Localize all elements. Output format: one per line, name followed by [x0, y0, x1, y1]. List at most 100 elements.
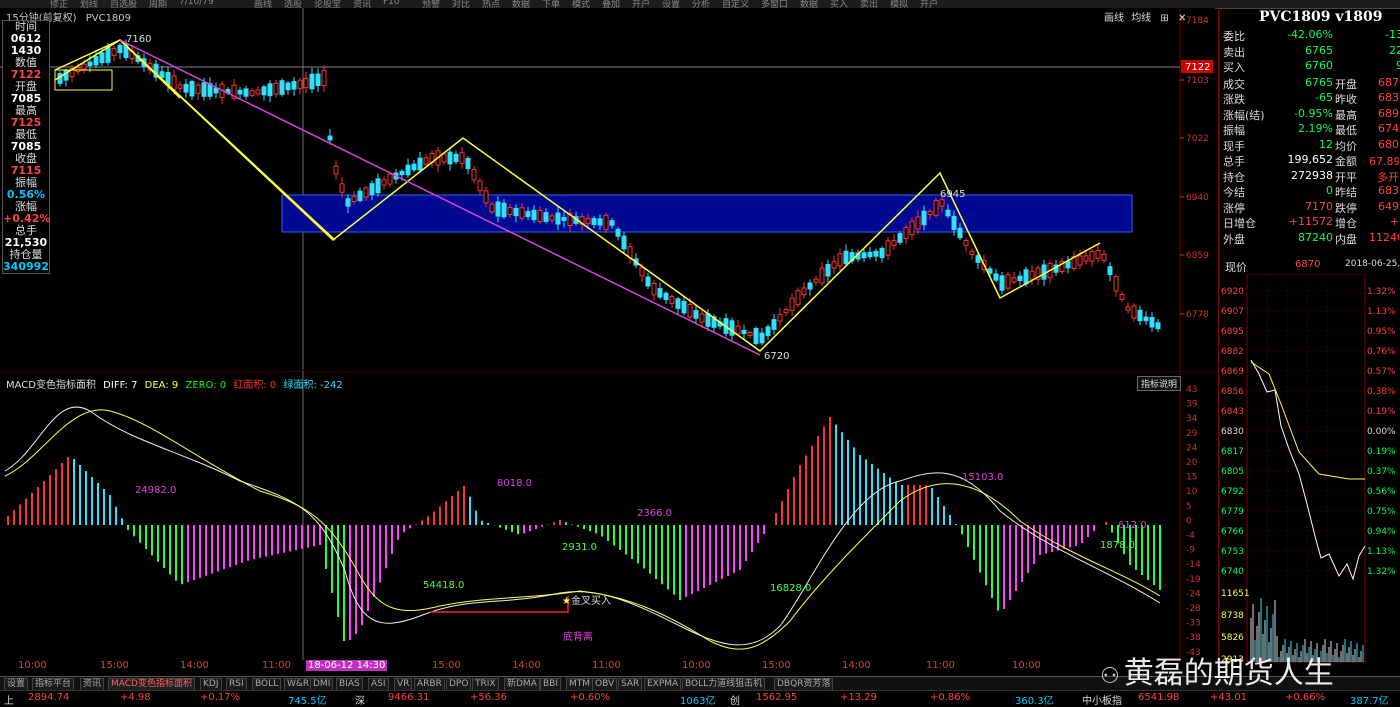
- candle: [903, 227, 909, 239]
- quote-label-2: 增仓: [1335, 217, 1357, 230]
- quote-row: 总手 199,652金额 67.89亿: [1223, 153, 1400, 168]
- draw-line-button[interactable]: 画线: [1104, 13, 1124, 24]
- mini-pct-tick: 1.13%: [1367, 307, 1396, 317]
- zero-value: ZERO: 0: [185, 380, 227, 391]
- status-item: 1562.95: [756, 692, 798, 703]
- mini-pct-tick: 0.37%: [1367, 467, 1396, 477]
- macd-tick: 29: [1186, 429, 1198, 439]
- diff-value: DIFF: 7: [103, 380, 138, 391]
- toolbar-item-4[interactable]: 7/10/79: [179, 0, 214, 7]
- area-label-8: 1878.0: [1100, 540, 1135, 551]
- candle: [495, 201, 501, 217]
- candle: [447, 151, 453, 165]
- candle: [669, 296, 675, 304]
- candle: [489, 203, 495, 213]
- quote-value: -42.06%: [1287, 28, 1333, 41]
- candle: [657, 288, 663, 298]
- candle: [813, 278, 819, 283]
- candle: [561, 216, 567, 222]
- quote-row: 今结 0 昨结 683: [1223, 184, 1400, 199]
- time-tick: 15:00: [100, 660, 129, 671]
- quote-extra: 680: [1378, 137, 1399, 151]
- toolbar-item-9[interactable]: F10: [383, 0, 400, 7]
- ma-button[interactable]: 均线: [1131, 13, 1151, 24]
- quote-extra: 649: [1378, 199, 1399, 213]
- candle: [327, 135, 333, 141]
- status-item[interactable]: 创: [730, 692, 740, 707]
- quote-label: 涨幅(结): [1223, 108, 1265, 122]
- golden-cross-text: 金叉买入: [570, 596, 611, 607]
- macd-tick: 39: [1186, 400, 1198, 410]
- candle: [951, 215, 957, 231]
- candle: [1011, 277, 1017, 283]
- quote-row: 卖出 6765 22: [1223, 44, 1400, 59]
- candle: [543, 212, 549, 222]
- quote-label-2: 最高: [1335, 108, 1357, 122]
- mini-pct-tick: 0.19%: [1367, 407, 1396, 417]
- quote-label: 外盘: [1223, 232, 1245, 246]
- macd-title[interactable]: MACD变色指标面积: [6, 380, 96, 391]
- candle: [765, 326, 771, 337]
- candle: [555, 212, 561, 225]
- now-value: 6870: [1295, 259, 1321, 270]
- quote-row: 委比 -42.06% -13: [1223, 28, 1400, 43]
- time-tick: 15:00: [432, 660, 461, 671]
- candle: [939, 199, 945, 207]
- macd-chart[interactable]: 43 39 34 29 24 20 15 10 5 0 -4 -9 -14 -19 -24 -28 -33 -38…: [0, 371, 1215, 660]
- candle: [681, 300, 687, 314]
- candle: [693, 310, 699, 319]
- quote-extra: +: [1389, 215, 1399, 228]
- candle: [531, 209, 537, 221]
- candlestick-chart[interactable]: 7160 6720 6945 718471037022694068596778 …: [0, 8, 1215, 370]
- candle: [1077, 255, 1083, 266]
- golden-cross-label: ★金叉买入: [562, 592, 611, 607]
- status-item[interactable]: 上: [4, 692, 14, 707]
- mini-price-tick: 6830: [1221, 427, 1244, 437]
- status-item: 745.5亿: [288, 696, 327, 707]
- status-item: +43.01: [1210, 692, 1248, 703]
- candle: [99, 52, 105, 64]
- quote-label: 成交: [1223, 77, 1245, 91]
- candle: [759, 332, 765, 344]
- candle: [369, 183, 375, 196]
- quote-value: 6760: [1305, 59, 1333, 72]
- status-item[interactable]: 中小板指: [1082, 692, 1122, 707]
- mini-price-tick: 6882: [1221, 347, 1244, 357]
- price-tick: 6778: [1186, 310, 1209, 320]
- quote-panel: PVC1809 v1809 委比 -42.06% -13 卖出 6765 22 买入 6760…: [1218, 8, 1400, 664]
- quote-value: 7170: [1305, 199, 1333, 213]
- quote-value: +11572: [1288, 215, 1333, 228]
- quote-label-2: 最低: [1335, 124, 1357, 137]
- quote-extra: 9: [1396, 59, 1400, 72]
- candle: [453, 153, 459, 163]
- quote-label-2: 均价: [1335, 139, 1357, 153]
- macd-tick: -19: [1186, 575, 1201, 585]
- candle: [687, 304, 693, 318]
- close-icon[interactable]: ✕: [1178, 13, 1186, 24]
- candle: [423, 157, 429, 165]
- mini-intraday-chart[interactable]: 6920 6907 6895 6882 6869 6856 6843 6830 6817 6805…: [1219, 274, 1400, 664]
- quote-label: 总手: [1223, 155, 1245, 168]
- candle: [801, 287, 807, 296]
- watermark: ⚇ 黄磊的期货人生: [1100, 648, 1334, 692]
- time-tick: 11:00: [592, 660, 621, 671]
- time-axis: 10:00 15:00 14:00 11:00 18-06-12 14:30 15:00 1…: [0, 660, 1215, 674]
- macd-tick: 24: [1186, 443, 1198, 453]
- quote-extra: 674: [1378, 122, 1399, 135]
- time-tick: 11:00: [926, 660, 955, 671]
- status-item: 6541.98: [1138, 692, 1180, 703]
- time-tick: 14:00: [512, 660, 541, 671]
- candle: [741, 329, 747, 335]
- candle: [471, 169, 477, 181]
- status-item[interactable]: 深: [355, 692, 365, 707]
- maximize-icon[interactable]: ⊞: [1160, 13, 1168, 24]
- candle: [105, 46, 111, 63]
- status-item: +0.17%: [200, 692, 241, 703]
- indicator-help-button[interactable]: 指标说明: [1137, 376, 1182, 391]
- status-item: +13.29: [840, 692, 878, 703]
- candle: [1083, 255, 1089, 262]
- quote-title: PVC1809 v1809: [1259, 9, 1383, 25]
- area-label-5: 2931.0: [562, 542, 597, 553]
- candle: [387, 173, 393, 185]
- time-tick: 10:00: [18, 660, 47, 671]
